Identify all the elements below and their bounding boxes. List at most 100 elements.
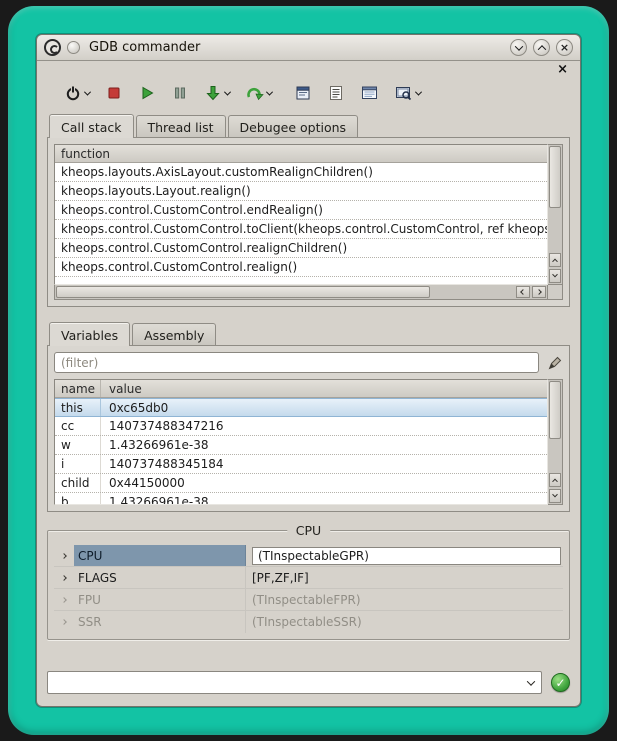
callstack-listbox: function kheops.layouts.AxisLayout.custo… [54,144,563,300]
variable-row[interactable]: b 1.43266961e-38 [55,493,547,505]
dock-close-button[interactable]: × [555,63,570,77]
stop-icon [105,84,123,102]
pause-icon [171,84,189,102]
callstack-row[interactable]: kheops.control.CustomControl.realign() [55,258,547,277]
scrollbar-thumb[interactable] [56,286,430,298]
scroll-up-button[interactable] [549,253,561,267]
list-icon [327,84,345,102]
expand-chevron-icon[interactable] [54,576,74,580]
tab-debugee-options[interactable]: Debugee options [228,115,359,138]
window-content: × [37,61,580,706]
callstack-row[interactable]: kheops.control.CustomControl.endRealign(… [55,201,547,220]
scroll-up-button[interactable] [549,473,561,487]
callstack-row[interactable]: kheops.layouts.AxisLayout.customRealignC… [55,163,547,182]
cpu-register-value: (TInspectableFPR) [246,589,563,610]
chevron-down-icon [514,42,522,50]
pin-button[interactable] [67,41,80,54]
command-input[interactable] [47,671,542,694]
dropdown-chevron-icon [224,88,231,95]
scrollbar-thumb[interactable] [549,381,561,439]
variable-row[interactable]: i 140737488345184 [55,455,547,474]
chevron-right-icon [536,289,542,295]
step-into-button[interactable] [201,82,233,104]
variable-row[interactable]: w 1.43266961e-38 [55,436,547,455]
variable-row[interactable]: child 0x44150000 [55,474,547,493]
variables-header: name value [55,380,547,398]
cpu-register-name: CPU [74,545,246,566]
show-inspector-button[interactable] [391,82,424,104]
cpu-register-value: (TInspectableSSR) [246,611,563,633]
variable-value: 140737488347216 [101,417,547,435]
command-combobox [47,671,542,694]
cpu-row[interactable]: FLAGS [PF,ZF,IF] [54,567,563,589]
memory-window-icon [360,84,379,102]
column-value: value [101,382,142,396]
tab-assembly[interactable]: Assembly [132,323,216,346]
cpu-group-title: CPU [287,523,330,538]
pause-button[interactable] [168,82,192,104]
variable-value: 1.43266961e-38 [101,493,547,505]
close-icon: × [560,42,569,53]
cpu-register-name: FPU [74,589,246,610]
run-button[interactable] [135,82,159,104]
cpu-register-value: [PF,ZF,IF] [246,567,563,588]
command-row: ✓ [47,671,570,694]
cpu-row[interactable]: CPU (TInspectableGPR) [54,545,563,567]
variables-tabbar: Variables Assembly [47,321,570,345]
scrollbar-track[interactable] [548,440,562,472]
expand-chevron-icon[interactable] [54,598,74,602]
expand-chevron-icon[interactable] [54,554,74,558]
stop-button[interactable] [102,82,126,104]
scrollbar-thumb[interactable] [549,146,561,208]
step-into-icon [204,84,222,102]
scroll-left-button[interactable] [516,286,530,298]
scroll-down-button[interactable] [549,269,561,283]
column-function: function [61,147,110,161]
app-icon[interactable] [44,39,61,56]
cpu-register-name: FLAGS [74,567,246,588]
chevron-down-icon [527,677,535,685]
close-button[interactable]: × [556,39,573,56]
scroll-right-button[interactable] [532,286,546,298]
tab-call-stack[interactable]: Call stack [49,114,134,138]
confirm-button[interactable]: ✓ [551,673,570,692]
gdb-commander-window: GDB commander × × [36,34,581,707]
cpu-row[interactable]: FPU (TInspectableFPR) [54,589,563,611]
callstack-row[interactable]: kheops.control.CustomControl.toClient(kh… [55,220,547,239]
variable-name: b [55,493,101,505]
filter-input[interactable] [54,352,539,373]
cpu-register-name: SSR [74,611,246,633]
callstack-panel: function kheops.layouts.AxisLayout.custo… [47,137,570,307]
spacer [47,640,570,655]
callstack-horizontal-scrollbar[interactable] [54,285,548,300]
variables-vertical-scrollbar[interactable] [548,379,563,505]
show-output-button[interactable] [291,82,315,104]
variable-row[interactable]: this 0xc65db0 [55,398,547,417]
tab-thread-list[interactable]: Thread list [136,115,226,138]
scroll-down-button[interactable] [549,489,561,503]
cpu-value-editor[interactable]: (TInspectableGPR) [252,547,561,565]
cpu-row[interactable]: SSR (TInspectableSSR) [54,611,563,633]
scrollbar-track[interactable] [548,209,562,252]
scrollbar-track[interactable] [431,285,515,299]
power-button[interactable] [61,82,93,104]
maximize-button[interactable] [533,39,550,56]
combo-dropdown-button[interactable] [522,673,540,692]
step-over-button[interactable] [242,82,275,104]
callstack-vertical-scrollbar[interactable] [548,144,563,285]
minimize-button[interactable] [510,39,527,56]
variables-listbox: name value this 0xc65db0 cc 140737488347… [54,379,563,505]
dropdown-chevron-icon [84,88,91,95]
check-icon: ✓ [555,677,565,689]
show-memory-button[interactable] [357,82,382,104]
tab-variables[interactable]: Variables [49,322,130,346]
variable-row[interactable]: cc 140737488347216 [55,417,547,436]
callstack-row[interactable]: kheops.control.CustomControl.realignChil… [55,239,547,258]
callstack-row[interactable]: kheops.layouts.Layout.realign() [55,182,547,201]
power-icon [64,84,82,102]
variables-panel: name value this 0xc65db0 cc 140737488347… [47,345,570,512]
variable-value: 0x44150000 [101,474,547,492]
expand-chevron-icon[interactable] [54,620,74,624]
variable-name: w [55,436,101,454]
show-list-button[interactable] [324,82,348,104]
